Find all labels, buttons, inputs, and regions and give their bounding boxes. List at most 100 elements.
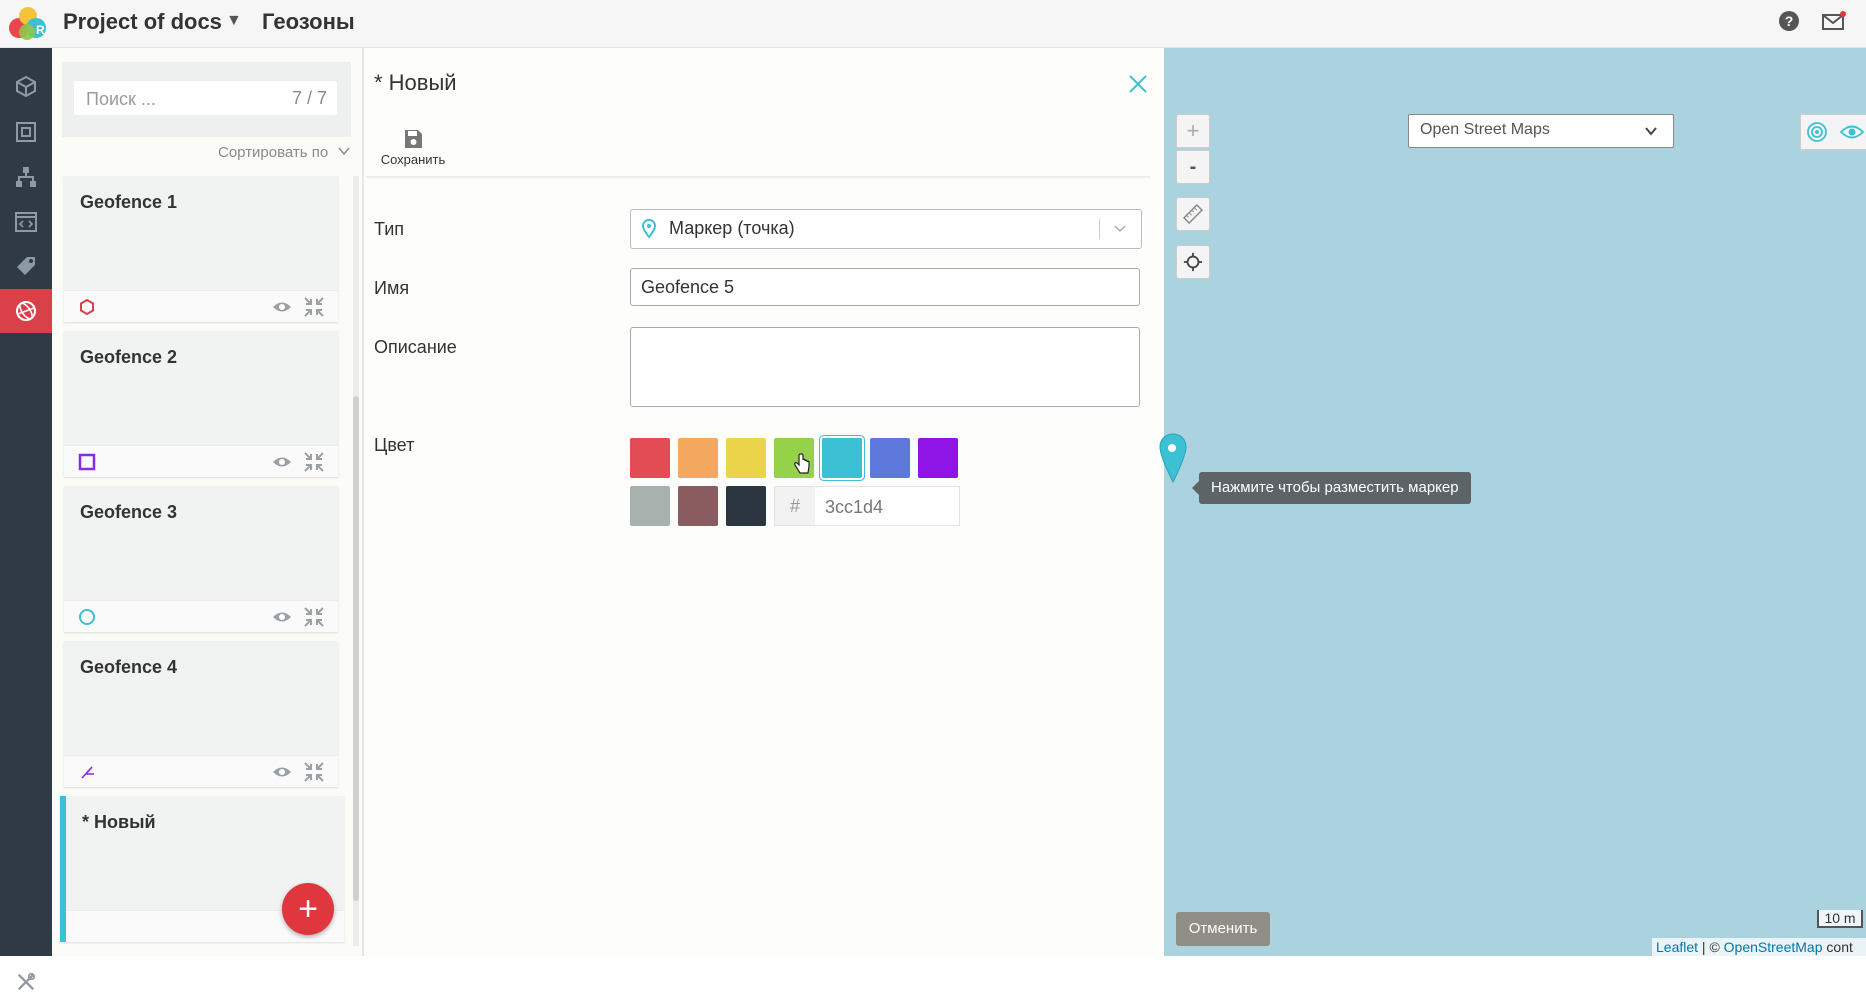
target-icon[interactable] bbox=[1806, 121, 1828, 143]
svg-text:R: R bbox=[36, 23, 45, 37]
color-swatch-blue[interactable] bbox=[870, 438, 910, 478]
select-separator bbox=[1099, 219, 1100, 239]
eye-icon[interactable] bbox=[272, 454, 292, 470]
left-nav bbox=[0, 48, 52, 991]
hand-cursor-icon bbox=[794, 453, 810, 474]
collapse-icon[interactable] bbox=[303, 296, 325, 318]
form-title: * Новый bbox=[374, 70, 457, 95]
collapse-icon[interactable] bbox=[303, 606, 325, 628]
circle-icon bbox=[79, 609, 95, 625]
search-box: 7 / 7 bbox=[74, 81, 337, 117]
osm-link[interactable]: OpenStreetMap bbox=[1724, 939, 1823, 955]
map-tooltip: Нажмите чтобы разместить маркер bbox=[1192, 472, 1471, 504]
description-field[interactable] bbox=[630, 327, 1140, 407]
list-item-title: Geofence 2 bbox=[80, 347, 178, 367]
color-swatch-teal[interactable] bbox=[822, 438, 862, 478]
list-item-footer bbox=[64, 290, 338, 322]
globe-icon bbox=[16, 301, 36, 321]
page-title: Геозоны bbox=[262, 9, 355, 34]
project-selector[interactable]: Project of docs bbox=[63, 9, 222, 35]
color-swatch-brown[interactable] bbox=[678, 486, 718, 526]
map-attribution: Leaflet | © OpenStreetMap cont bbox=[1652, 938, 1866, 956]
eye-icon[interactable] bbox=[272, 764, 292, 780]
map-scale: 10 m bbox=[1817, 910, 1863, 928]
hex-color-input[interactable] bbox=[823, 487, 953, 527]
list-item-footer bbox=[64, 755, 338, 787]
locate-button[interactable] bbox=[1176, 245, 1210, 279]
sort-dropdown[interactable]: Сортировать по bbox=[218, 144, 328, 161]
type-label: Тип bbox=[374, 219, 405, 239]
nav-code[interactable] bbox=[0, 200, 52, 244]
mail-icon[interactable] bbox=[1822, 10, 1846, 32]
type-select-value: Маркер (точка) bbox=[669, 218, 795, 238]
chevron-down-icon[interactable] bbox=[1645, 126, 1657, 136]
nav-objects[interactable] bbox=[0, 64, 52, 108]
close-icon[interactable] bbox=[1128, 74, 1148, 94]
crosshair-icon bbox=[1183, 252, 1203, 272]
nav-devices[interactable] bbox=[0, 110, 52, 154]
zoom-out-button[interactable]: - bbox=[1176, 150, 1210, 184]
hierarchy-icon bbox=[16, 167, 36, 187]
eye-icon[interactable] bbox=[1840, 123, 1864, 141]
color-label: Цвет bbox=[374, 435, 415, 455]
attribution-separator: | © bbox=[1698, 939, 1724, 955]
color-swatch-dark[interactable] bbox=[726, 486, 766, 526]
map-marker-icon[interactable] bbox=[1158, 432, 1188, 484]
chevron-down-icon[interactable] bbox=[338, 146, 350, 156]
square-icon bbox=[78, 453, 96, 471]
result-count: 7 / 7 bbox=[291, 88, 327, 108]
collapse-icon[interactable] bbox=[303, 451, 325, 473]
map-layer-select[interactable]: Open Street Maps bbox=[1408, 114, 1674, 148]
color-swatch-gray[interactable] bbox=[630, 486, 670, 526]
measure-button[interactable] bbox=[1176, 197, 1210, 231]
app-logo[interactable]: R bbox=[6, 4, 48, 44]
nav-tags[interactable] bbox=[0, 244, 52, 288]
list-item-title: Geofence 1 bbox=[80, 192, 178, 212]
nav-geofences[interactable] bbox=[0, 289, 52, 333]
list-item[interactable]: Geofence 4 bbox=[64, 641, 338, 787]
floppy-disk-icon bbox=[405, 130, 422, 148]
eye-icon[interactable] bbox=[272, 609, 292, 625]
help-icon[interactable]: ? bbox=[1778, 10, 1800, 32]
ruler-icon bbox=[1183, 204, 1203, 224]
add-geofence-button[interactable]: + bbox=[282, 883, 334, 935]
chevron-down-icon[interactable]: ▼ bbox=[226, 12, 242, 30]
cancel-button[interactable]: Отменить bbox=[1176, 912, 1270, 946]
color-swatch-yellow[interactable] bbox=[726, 438, 766, 478]
chevron-down-icon[interactable] bbox=[1113, 224, 1127, 234]
zoom-in-button[interactable]: + bbox=[1176, 114, 1210, 148]
frame-icon bbox=[16, 122, 36, 142]
list-item-footer bbox=[64, 445, 338, 477]
hexagon-icon bbox=[80, 298, 94, 316]
leaflet-link[interactable]: Leaflet bbox=[1656, 939, 1698, 955]
save-button[interactable]: Сохранить bbox=[380, 128, 446, 172]
attribution-tail: cont bbox=[1822, 939, 1853, 955]
top-bar: R Project of docs ▼ Геозоны ? bbox=[0, 0, 1866, 48]
collapse-icon[interactable] bbox=[303, 761, 325, 783]
eye-icon[interactable] bbox=[272, 299, 292, 315]
search-input[interactable] bbox=[84, 81, 268, 117]
save-label: Сохранить bbox=[380, 152, 446, 167]
list-item-title: Geofence 3 bbox=[80, 502, 178, 522]
map-pin-icon bbox=[641, 219, 657, 239]
list-item-title: Geofence 4 bbox=[80, 657, 178, 677]
list-item[interactable]: Geofence 1 bbox=[64, 176, 338, 322]
color-swatch-red[interactable] bbox=[630, 438, 670, 478]
code-window-icon bbox=[15, 212, 37, 232]
color-swatch-purple[interactable] bbox=[918, 438, 958, 478]
list-item-title: * Новый bbox=[82, 812, 156, 832]
name-label: Имя bbox=[374, 278, 410, 298]
nav-hierarchy[interactable] bbox=[0, 155, 52, 199]
tag-icon bbox=[17, 257, 35, 275]
color-swatch-orange[interactable] bbox=[678, 438, 718, 478]
tools-icon bbox=[17, 972, 36, 991]
type-select[interactable]: Маркер (точка) bbox=[630, 209, 1142, 249]
name-field[interactable] bbox=[630, 268, 1140, 306]
hex-color-field: # bbox=[774, 486, 960, 527]
list-item[interactable]: Geofence 3 bbox=[64, 486, 338, 632]
nav-tools[interactable] bbox=[0, 962, 52, 1002]
list-scrollbar-thumb[interactable] bbox=[353, 396, 359, 901]
description-label: Описание bbox=[374, 337, 457, 357]
list-item[interactable]: Geofence 2 bbox=[64, 331, 338, 477]
map-layer-value: Open Street Maps bbox=[1420, 121, 1550, 138]
